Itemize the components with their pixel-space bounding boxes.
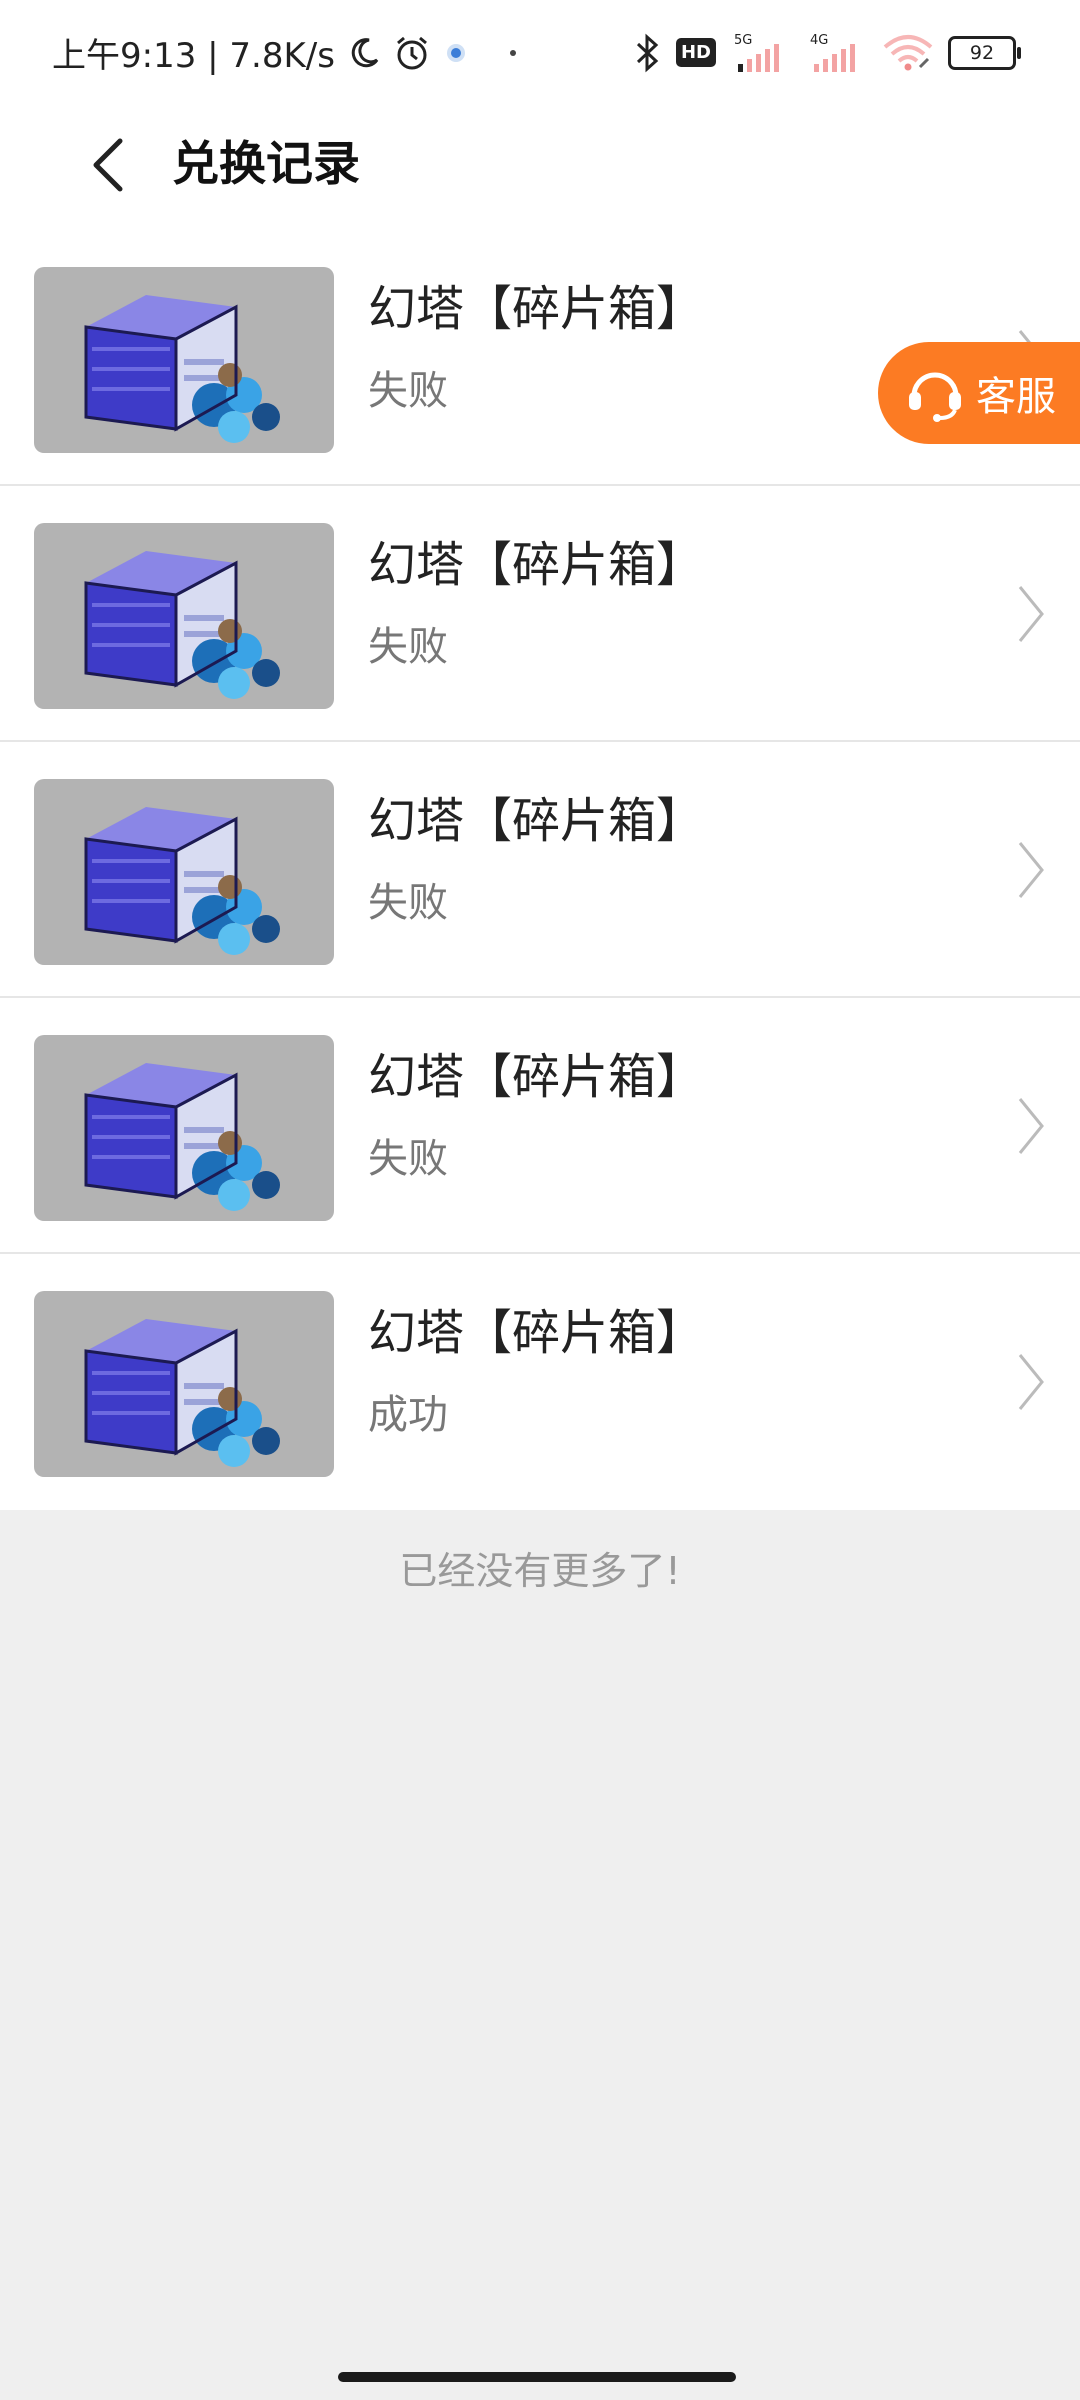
item-thumbnail bbox=[34, 267, 334, 453]
item-title: 幻塔【碎片箱】 bbox=[368, 793, 705, 849]
chevron-right-icon bbox=[1018, 1354, 1044, 1410]
alarm-icon bbox=[393, 34, 431, 72]
item-thumbnail bbox=[34, 779, 334, 965]
status-left: 上午9:13 | 7.8K/s bbox=[52, 30, 517, 76]
dot-icon bbox=[509, 49, 517, 57]
item-status: 失败 bbox=[368, 368, 448, 414]
customer-service-button[interactable]: 客服 bbox=[878, 342, 1080, 444]
item-thumbnail bbox=[34, 1291, 334, 1477]
chevron-right-icon bbox=[1018, 586, 1044, 642]
moon-icon bbox=[347, 36, 381, 70]
svg-text:5G: 5G bbox=[734, 33, 752, 48]
bluetooth-icon bbox=[632, 33, 662, 73]
item-status: 成功 bbox=[368, 1392, 448, 1438]
headset-icon bbox=[902, 360, 968, 426]
status-bar: 上午9:13 | 7.8K/s HD 5G 4G 92 bbox=[0, 0, 1080, 105]
home-indicator[interactable] bbox=[338, 2372, 736, 2382]
item-title: 幻塔【碎片箱】 bbox=[368, 281, 705, 337]
item-status: 失败 bbox=[368, 1136, 448, 1182]
record-row[interactable]: 幻塔【碎片箱】 失败 bbox=[0, 742, 1080, 998]
header: 兑换记录 bbox=[0, 105, 1080, 230]
battery-indicator: 92 bbox=[948, 35, 1021, 70]
record-row[interactable]: 幻塔【碎片箱】 失败 bbox=[0, 486, 1080, 742]
battery-level: 92 bbox=[948, 35, 1021, 70]
customer-service-label: 客服 bbox=[976, 374, 1056, 420]
chevron-right-icon bbox=[1018, 842, 1044, 898]
hd-badge: HD bbox=[675, 38, 716, 67]
no-more-text: 已经没有更多了! bbox=[399, 1549, 681, 1593]
item-title: 幻塔【碎片箱】 bbox=[368, 537, 705, 593]
record-row[interactable]: 幻塔【碎片箱】 失败 bbox=[0, 998, 1080, 1254]
item-thumbnail bbox=[34, 1035, 334, 1221]
back-button[interactable] bbox=[78, 130, 138, 200]
item-title: 幻塔【碎片箱】 bbox=[368, 1305, 705, 1361]
status-time-speed: 上午9:13 | 7.8K/s bbox=[52, 36, 335, 76]
item-status: 失败 bbox=[368, 880, 448, 926]
signal-5g-icon: 5G bbox=[730, 32, 792, 74]
signal-4g-icon: 4G bbox=[806, 32, 868, 74]
item-thumbnail bbox=[34, 523, 334, 709]
chevron-left-icon bbox=[93, 138, 123, 192]
page-title: 兑换记录 bbox=[172, 137, 360, 192]
chevron-right-icon bbox=[1018, 1098, 1044, 1154]
item-title: 幻塔【碎片箱】 bbox=[368, 1049, 705, 1105]
record-row[interactable]: 幻塔【碎片箱】 成功 bbox=[0, 1254, 1080, 1510]
status-right: HD 5G 4G 92 bbox=[618, 30, 1021, 75]
app-notification-icon bbox=[443, 40, 469, 66]
svg-text:4G: 4G bbox=[810, 33, 828, 48]
wifi-icon bbox=[882, 33, 934, 73]
item-status: 失败 bbox=[368, 624, 448, 670]
